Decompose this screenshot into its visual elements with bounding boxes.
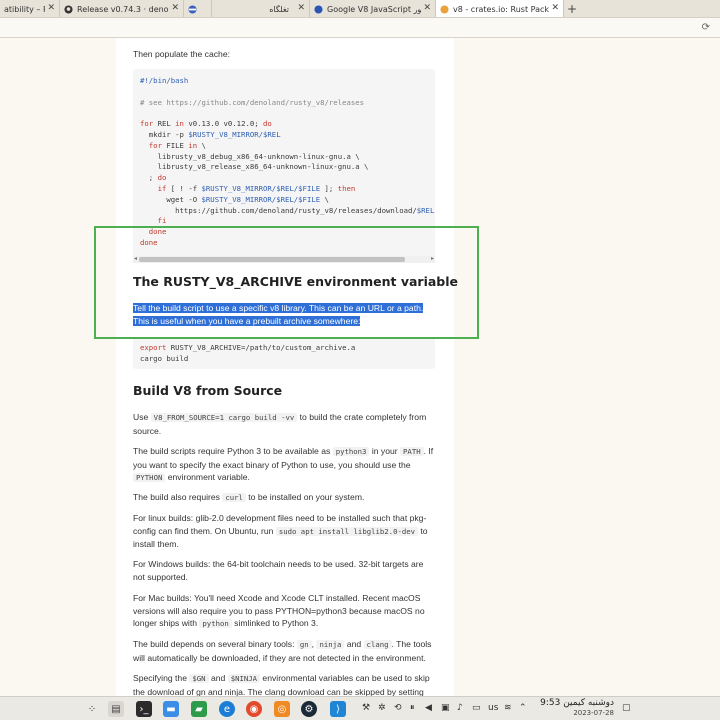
bug-icon[interactable]: ✲ (378, 703, 386, 713)
tab-label: Release v0.74.3 · denoland (77, 4, 169, 14)
shell-code-block: #!/bin/bash # see https://github.com/den… (133, 69, 435, 257)
address-bar-area: ⟳ (0, 18, 720, 38)
clock-date: 2023-07-28 (573, 709, 614, 717)
close-tab-icon[interactable]: ✕ (297, 3, 305, 13)
clock-day: دوشنبه کیمین (563, 698, 614, 708)
close-tab-icon[interactable]: ✕ (551, 3, 559, 13)
archive-heading: The RUSTY_V8_ARCHIVE environment variabl… (133, 274, 458, 289)
edge-browser-icon[interactable]: e (219, 701, 235, 717)
paragraph-windows: For Windows builds: the 64-bit toolchain… (133, 559, 424, 582)
scroll-right-icon[interactable]: ▸ (431, 255, 434, 262)
app-launcher-icon[interactable]: ⁘ (84, 701, 100, 717)
close-tab-icon[interactable]: ✕ (171, 3, 179, 13)
file-manager-icon[interactable]: ▤ (108, 701, 124, 717)
wifi-icon[interactable]: ≋ (504, 703, 512, 713)
vscode-icon[interactable]: ⟩ (330, 701, 346, 717)
tab-github-release[interactable]: Release v0.74.3 · denoland ✕ (60, 0, 184, 17)
tab-label: تغلگاه (269, 4, 289, 14)
wrench-icon[interactable]: ⚒ (362, 703, 370, 713)
selected-text: Tell the build script to use a specific … (133, 303, 424, 313)
pause-icon[interactable]: ⏸ (410, 703, 415, 713)
paragraph-python: The build scripts require Python 3 to be… (133, 446, 434, 482)
notes-icon[interactable]: ▰ (191, 701, 207, 717)
sync-icon[interactable]: ⟲ (394, 703, 402, 713)
selected-text: This is useful when you have a prebuilt … (133, 315, 361, 326)
tab-label: Google V8 JavaScript موتور (327, 4, 421, 14)
steam-icon[interactable]: ⚙ (301, 701, 317, 717)
extension-icon[interactable]: ⟳ (702, 22, 710, 33)
show-desktop-icon[interactable]: ▢ (622, 703, 631, 713)
scrollbar-thumb[interactable] (139, 257, 405, 262)
tab-bar: atibility – Runt ✕ Release v0.74.3 · den… (0, 0, 720, 18)
volume-icon[interactable]: ◀ (425, 703, 432, 713)
paragraph-tools: The build depends on several binary tool… (133, 639, 432, 663)
tab-crates-io[interactable]: v8 - crates.io: Rust Package R ✕ (436, 0, 564, 17)
site-icon (188, 4, 197, 14)
paragraph-specify: Specifying the $GN and $NINJA environmen… (133, 673, 430, 696)
page-viewport: Then populate the cache: #!/bin/bash # s… (0, 38, 720, 696)
archive-code-block: export RUSTY_V8_ARCHIVE=/path/to/custom_… (133, 337, 435, 369)
tab-label: atibility – Runt (4, 4, 45, 14)
code-horizontal-scrollbar[interactable]: ◂ ▸ (133, 255, 435, 263)
clipboard-icon[interactable]: ▭ (472, 703, 481, 713)
crates-icon (440, 4, 449, 14)
close-tab-icon[interactable]: ✕ (47, 3, 55, 13)
tab-label: v8 - crates.io: Rust Package R (453, 4, 549, 14)
paragraph-linux: For linux builds: glib-2.0 development f… (133, 513, 428, 549)
close-tab-icon[interactable]: ✕ (423, 3, 431, 13)
intro-text: Then populate the cache: (133, 49, 230, 59)
chevron-up-icon[interactable]: ⌃ (519, 703, 527, 713)
readme-content: Then populate the cache: #!/bin/bash # s… (116, 38, 458, 696)
tab-rust-compat[interactable]: atibility – Runt ✕ (0, 0, 60, 17)
speaker-icon[interactable]: ♪ (457, 703, 463, 713)
paragraph-use: Use V8_FROM_SOURCE=1 cargo build -vv to … (133, 412, 427, 436)
tab-persian[interactable]: تغلگاه ✕ (212, 0, 310, 17)
media-player-icon[interactable]: ◉ (246, 701, 262, 717)
keyboard-layout[interactable]: us (488, 703, 498, 713)
archive-description: Tell the build script to use a specific … (133, 302, 435, 327)
paragraph-curl: The build also requires curl to be insta… (133, 492, 365, 502)
files-icon[interactable]: ▬ (163, 701, 179, 717)
tray-app-icon[interactable]: ▣ (441, 703, 450, 713)
clock-time: 9:53 (540, 698, 561, 708)
terminal-icon[interactable]: ›_ (136, 701, 152, 717)
source-heading: Build V8 from Source (133, 383, 283, 398)
paragraph-mac: For Mac builds: You'll need Xcode and Xc… (133, 593, 425, 628)
tab-pinned[interactable] (184, 0, 212, 17)
scroll-left-icon[interactable]: ◂ (134, 255, 137, 262)
v8-icon (314, 4, 323, 14)
github-icon (64, 4, 73, 14)
new-tab-button[interactable]: + (564, 0, 580, 17)
clock[interactable]: دوشنبه کیمین 9:53 2023-07-28 (534, 698, 614, 718)
tab-google-v8[interactable]: Google V8 JavaScript موتور ✕ (310, 0, 436, 17)
taskbar: ⁘ ▤ ›_ ▬ ▰ e ◉ ◎ ⚙ ⟩ ⚒ ✲ ⟲ ⏸ ◀ ▣ ♪ ▭ us … (0, 696, 720, 720)
blender-icon[interactable]: ◎ (274, 701, 290, 717)
